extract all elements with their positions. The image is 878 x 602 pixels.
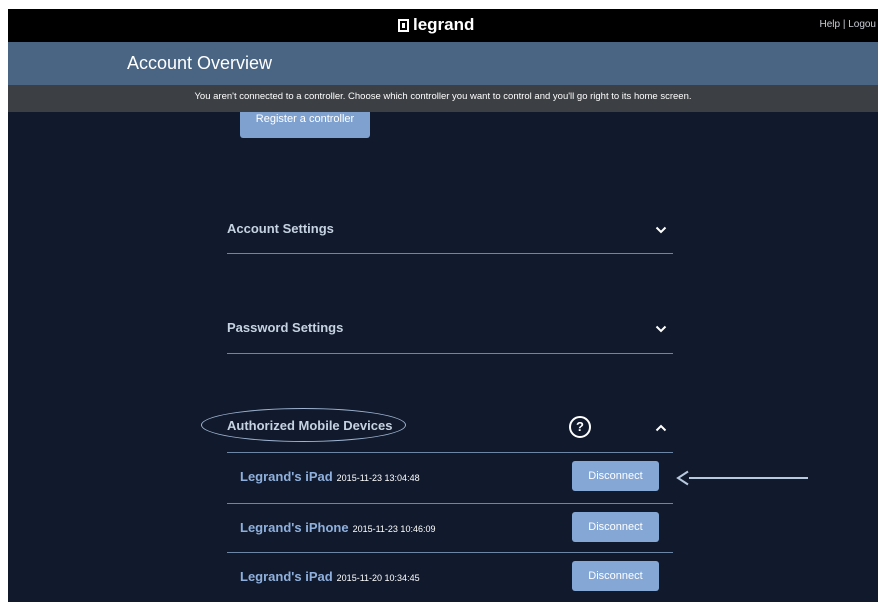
device-info: Legrand's iPad 2015-11-23 13:04:48 [240, 469, 420, 484]
device-name: Legrand's iPhone [240, 520, 349, 535]
device-timestamp: 2015-11-23 13:04:48 [336, 473, 420, 483]
help-logout-links[interactable]: Help | Logou [819, 19, 876, 30]
device-name: Legrand's iPad [240, 569, 333, 584]
device-timestamp: 2015-11-20 10:34:45 [336, 573, 420, 583]
disconnect-button[interactable]: Disconnect [572, 512, 659, 542]
app-frame: legrand Help | Logou Account Overview Re… [8, 9, 878, 602]
help-icon[interactable]: ? [569, 416, 591, 438]
device-timestamp: 2015-11-23 10:46:09 [352, 524, 436, 534]
account-settings-header[interactable]: Account Settings [227, 221, 334, 236]
annotation-arrow [676, 470, 808, 486]
chevron-down-icon[interactable] [655, 325, 667, 333]
register-controller-label: Register a controller [255, 113, 355, 125]
top-bar: legrand Help | Logou [8, 9, 878, 42]
divider [227, 503, 673, 504]
register-controller-button[interactable]: Register a controller [240, 112, 370, 138]
device-name: Legrand's iPad [240, 469, 333, 484]
page-title: Account Overview [127, 53, 273, 73]
chevron-down-icon[interactable] [655, 226, 667, 234]
device-info: Legrand's iPad 2015-11-20 10:34:45 [240, 569, 420, 584]
divider [227, 353, 673, 354]
device-row: Legrand's iPad 2015-11-20 10:34:45 Discon… [227, 554, 673, 602]
device-row: Legrand's iPhone 2015-11-23 10:46:09 Disc… [227, 505, 673, 555]
chevron-up-icon[interactable] [655, 424, 667, 432]
divider [227, 452, 673, 453]
device-row: Legrand's iPad 2015-11-23 13:04:48 Discon… [227, 454, 673, 504]
divider [227, 253, 673, 254]
legrand-logo[interactable]: legrand [398, 15, 474, 35]
authorized-devices-header[interactable]: Authorized Mobile Devices [227, 418, 392, 433]
device-info: Legrand's iPhone 2015-11-23 10:46:09 [240, 520, 435, 535]
password-settings-header[interactable]: Password Settings [227, 320, 343, 335]
disconnect-button[interactable]: Disconnect [572, 561, 659, 591]
logo-text: legrand [413, 15, 475, 34]
legrand-logo-icon [398, 18, 409, 32]
notice-banner: You aren't connected to a controller. Ch… [8, 85, 878, 112]
divider [227, 552, 673, 553]
title-bar: Account Overview [8, 42, 878, 85]
disconnect-button[interactable]: Disconnect [572, 461, 659, 491]
